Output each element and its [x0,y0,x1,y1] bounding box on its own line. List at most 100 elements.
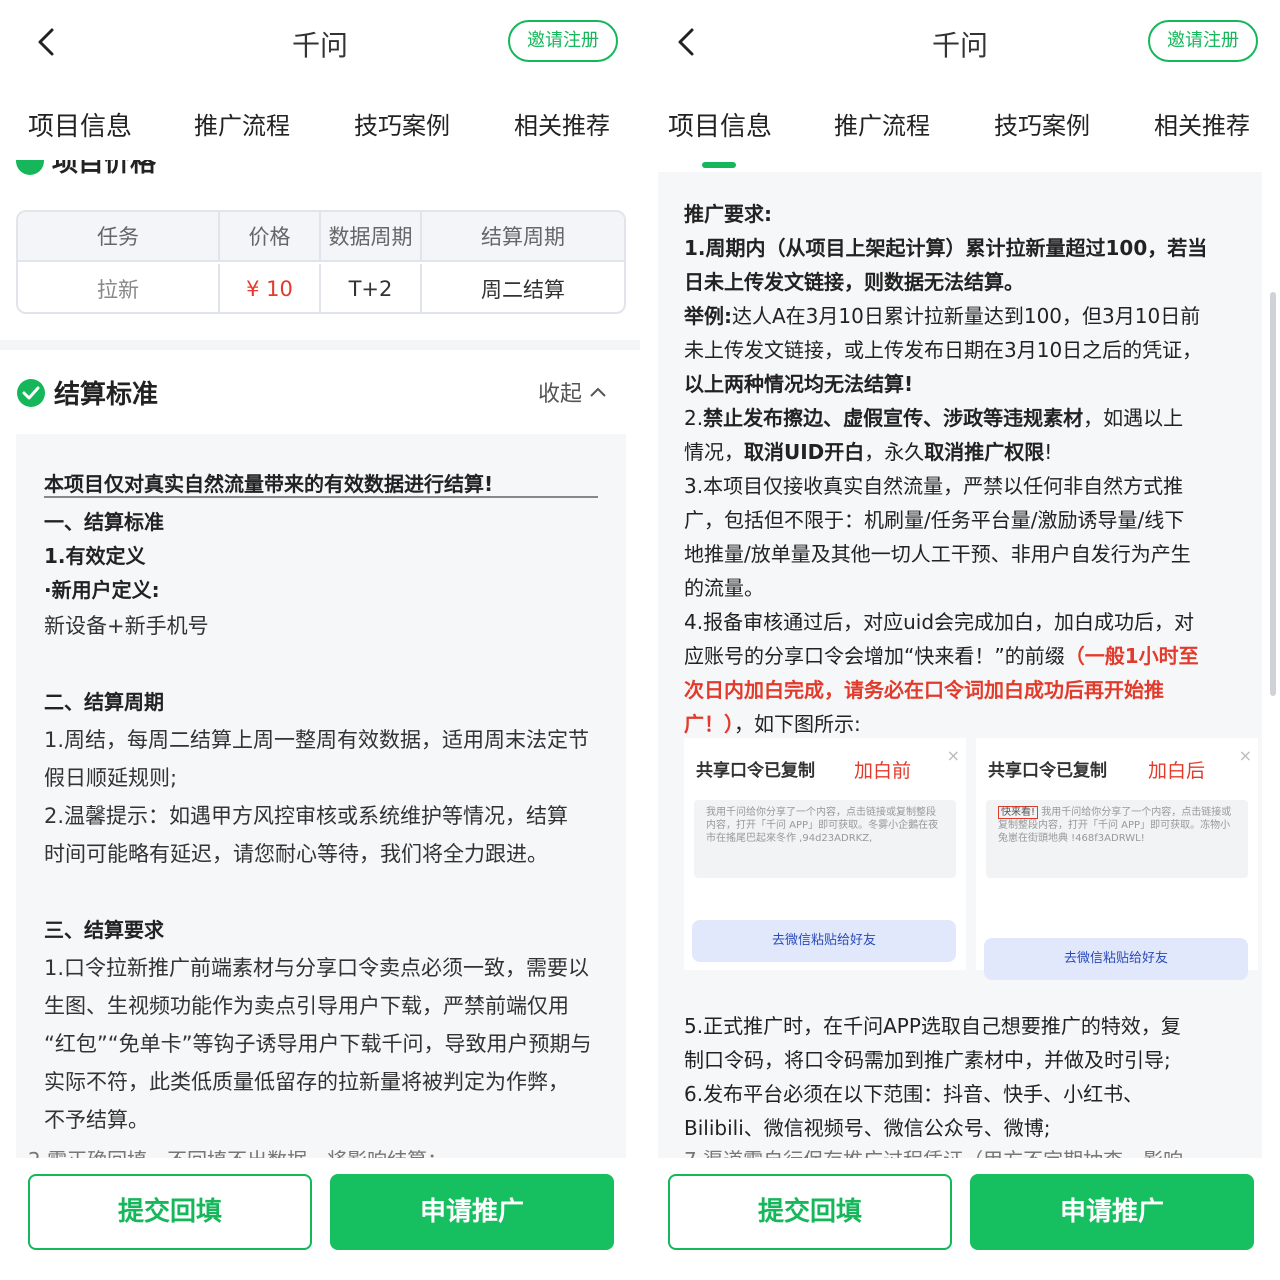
close-icon: × [946,746,960,765]
shot-title: 共享口令已复制 [696,761,815,781]
left-screen: 千问 邀请注册 项目信息 推广流程 技巧案例 相关推荐 项目价格 任务 价格 数… [0,0,640,1280]
text-span: 2. [684,406,704,430]
text-line: 时间可能略有延迟，请您耐心等待，我们将全力跟进。 [44,842,548,866]
screenshot-before: 共享口令已复制 加白前 × 我用千问给你分享了一个内容，点击链接或复制整段内容，… [684,738,966,970]
text-span: ，如下图所示: [734,712,861,736]
text-span: ，永久 [864,440,925,464]
text-line: 情况，取消UID开白，永久取消推广权限! [684,436,1052,465]
close-icon: × [1238,746,1252,765]
screenshot-after: 共享口令已复制 加白后 × 快来看! 我用千问给你分享了一个内容，点击链接或复制… [976,738,1258,980]
tab-bar: 项目信息 推广流程 技巧案例 相关推荐 [640,106,1280,156]
tab-project-info[interactable]: 项目信息 [668,106,772,143]
invite-register-button[interactable]: 邀请注册 [508,20,618,62]
apply-promotion-button[interactable]: 申请推广 [970,1174,1254,1250]
table-header-cell: 数据周期 [321,212,422,260]
table-cell-settle-cycle: 周二结算 [481,278,565,302]
new-user-rule: 新设备+新手机号 [44,614,209,638]
scrollbar[interactable] [1270,292,1276,696]
new-user-definition: ·新用户定义: [44,578,160,602]
text-line: 地推量/放单量及其他一切人工干预、非用户自发行为产生 [684,542,1191,566]
tab-bar: 项目信息 推广流程 技巧案例 相关推荐 [0,106,640,156]
shot-tag: 加白后 [1148,760,1206,782]
table-row: 拉新 ¥ 10 T+2 周二结算 [18,264,624,312]
table-header-cell: 价格 [220,212,321,260]
text-span: 情况， [684,440,744,464]
example-label: 举例: [684,304,732,328]
text-line: 1.周期内（从项目上架起计算）累计拉新量超过100，若当 [684,236,1208,260]
price-section-title: 项目价格 [16,160,316,190]
table-cell-data-cycle: T+2 [321,264,422,312]
chevron-up-icon [590,387,606,397]
requirements-heading: 推广要求: [684,202,772,226]
msg-prefix-tag: 快来看! [998,806,1039,819]
heading-settle-standard: 一、结算标准 [44,510,164,534]
text-line: 6.发布平台必须在以下范围：抖音、快手、小红书、 [684,1082,1144,1106]
shot-title: 共享口令已复制 [988,761,1107,781]
text-span-red: 次日内加白完成，请务必在口令词加白成功后再开始推 [684,678,1164,702]
header: 千问 邀请注册 [640,0,1280,84]
settle-section-title: 结算标准 [16,374,158,411]
valid-definition: 1.有效定义 [44,544,146,568]
table-cell-price: ¥ 10 [220,264,321,312]
shot-button: 去微信粘贴给好友 [692,920,956,962]
text-span: 应账号的分享口令会增加“快来看！”的前缀 [684,644,1065,668]
text-line: 应账号的分享口令会增加“快来看！”的前缀（一般1小时至 [684,640,1199,669]
text-line: 4.报备审核通过后，对应uid会完成加白，加白成功后，对 [684,610,1195,634]
shot-message: 快来看! 我用千问给你分享了一个内容，点击链接或复制整段内容，打开「千问 APP… [986,800,1248,878]
tab-related[interactable]: 相关推荐 [514,106,610,141]
underline [44,496,598,498]
text-line: 1.周结，每周二结算上周一整周有效数据，适用周末法定节 [44,728,590,752]
price-table: 任务 价格 数据周期 结算周期 拉新 ¥ 10 T+2 周二结算 [16,210,626,314]
bottom-action-bar: 提交回填 申请推广 [0,1158,640,1280]
text-span-bold: 取消UID开白 [744,440,865,464]
tab-related[interactable]: 相关推荐 [1154,106,1250,141]
text-line: 广，包括但不限于：机刷量/任务平台量/激励诱导量/线下 [684,508,1185,532]
header: 千问 邀请注册 [0,0,640,84]
text-line: 生图、生视频功能作为卖点引导用户下载，严禁前端仅用 [44,994,569,1018]
tab-project-info[interactable]: 项目信息 [28,106,132,143]
text-line: 次日内加白完成，请务必在口令词加白成功后再开始推 [684,674,1164,703]
text-line: “红包”“免单卡”等钩子诱导用户下载千问，导致用户预期与 [44,1032,592,1056]
example-text: 达人A在3月10日累计拉新量达到100，但3月10日前 [732,304,1201,328]
text-line-cut: 7.渠道需自行保存推广过程凭证（甲方不定期抽查，影响 [684,1144,1183,1158]
shot-button: 去微信粘贴给好友 [984,938,1248,980]
submit-backfill-button[interactable]: 提交回填 [28,1174,312,1250]
yen-badge-icon [16,160,44,175]
text-line: 3.本项目仅接收真实自然流量，严禁以任何非自然方式推 [684,474,1184,498]
settle-intro: 本项目仅对真实自然流量带来的有效数据进行结算! [44,472,494,496]
right-screen: 千问 邀请注册 项目信息 推广流程 技巧案例 相关推荐 推广要求: 1.周期内（… [640,0,1280,1280]
check-circle-icon [17,378,45,407]
text-line-cut: 2.需正确回填，不回填不出数据，将影响结算： [28,1144,447,1158]
text-line: 5.正式推广时，在千问APP选取自己想要推广的特效，复 [684,1014,1181,1038]
shot-tag: 加白前 [854,760,912,782]
heading-settle-requirements: 三、结算要求 [44,918,164,942]
text-line: 广！），如下图所示: [684,708,861,737]
tab-promotion-flow[interactable]: 推广流程 [194,106,290,141]
section-divider [0,340,640,350]
text-line: 2.温馨提示：如遇甲方风控审核或系统维护等情况，结算 [44,804,569,828]
tab-tips-cases[interactable]: 技巧案例 [994,106,1090,141]
text-line: 1.口令拉新推广前端素材与分享口令卖点必须一致，需要以 [44,956,590,980]
text-line: 以上两种情况均无法结算! [684,372,914,396]
table-header-cell: 结算周期 [481,225,565,249]
submit-backfill-button[interactable]: 提交回填 [668,1174,952,1250]
text-span-red: 广！） [684,712,734,736]
settle-section-label: 结算标准 [54,380,159,410]
text-span: ，如遇以上 [1083,406,1184,430]
table-cell-task: 拉新 [18,264,220,312]
tab-tips-cases[interactable]: 技巧案例 [354,106,450,141]
text-span-bold: 禁止发布擦边、虚假宣传、涉政等违规素材 [703,406,1084,430]
collapse-toggle[interactable]: 收起 [538,376,608,408]
text-span-red: （一般1小时至 [1064,644,1199,668]
active-tab-indicator [702,162,736,168]
text-line: 2.禁止发布擦边、虚假宣传、涉政等违规素材，如遇以上 [684,402,1183,431]
text-line: 实际不符，此类低质量低留存的拉新量将被判定为作弊， [44,1070,569,1094]
text-line: 未上传发文链接，或上传发布日期在3月10日之后的凭证， [684,338,1203,362]
invite-register-button[interactable]: 邀请注册 [1148,20,1258,62]
text-line: 的流量。 [684,576,764,600]
table-header-row: 任务 价格 数据周期 结算周期 [18,212,624,262]
text-line: 举例:达人A在3月10日累计拉新量达到100，但3月10日前 [684,300,1200,329]
apply-promotion-button[interactable]: 申请推广 [330,1174,614,1250]
tab-promotion-flow[interactable]: 推广流程 [834,106,930,141]
text-line: 制口令码，将口令码需加到推广素材中，并做及时引导; [684,1048,1171,1072]
